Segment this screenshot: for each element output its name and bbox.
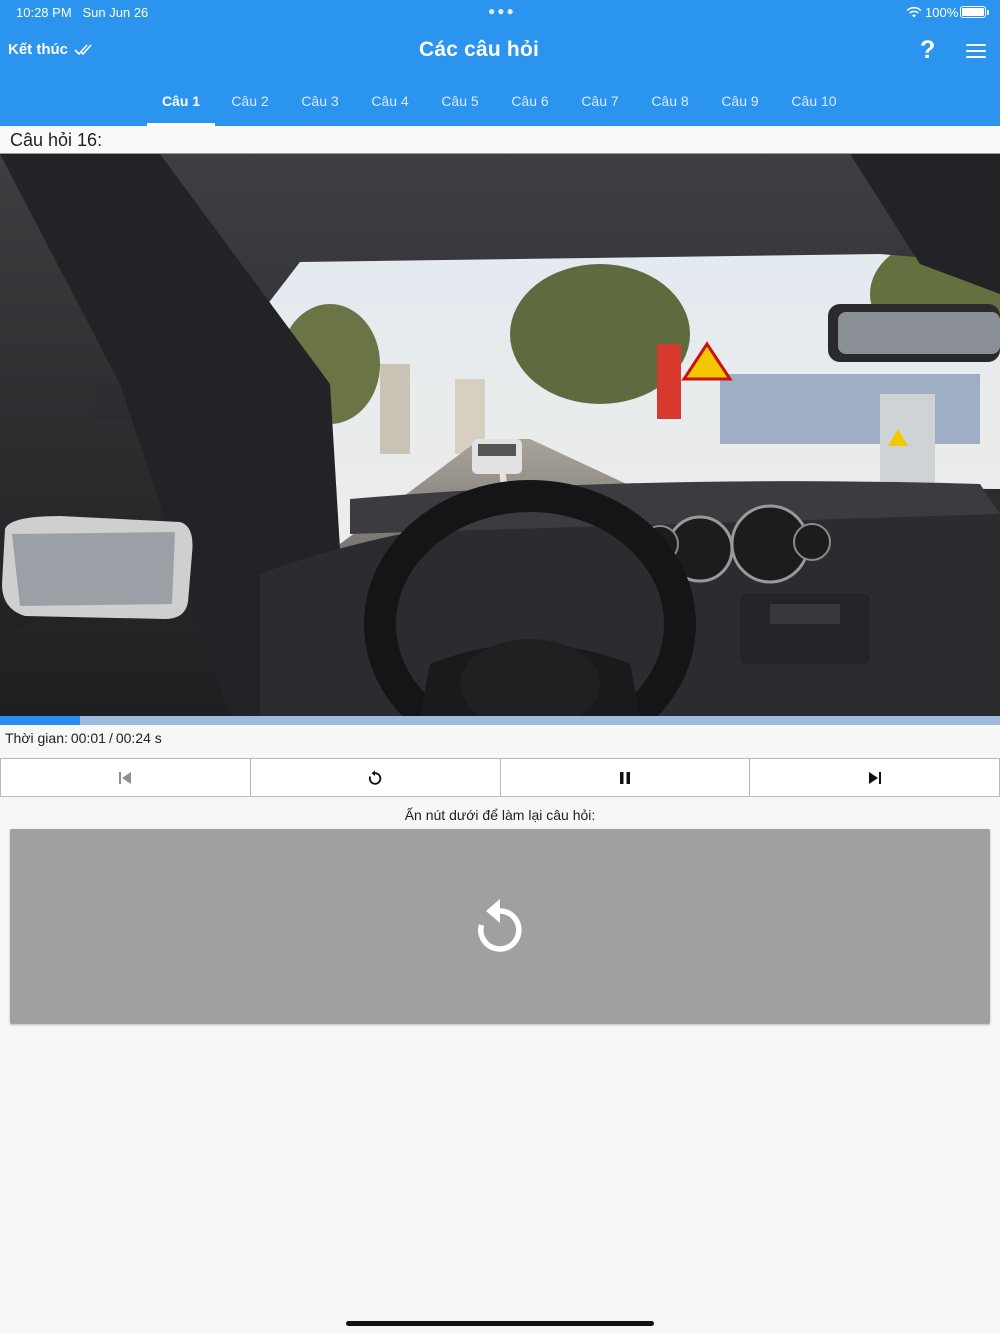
status-bar: 10:28 PM Sun Jun 26 ●●● 100% <box>0 0 1000 26</box>
multitask-dots-icon[interactable]: ●●● <box>488 4 516 18</box>
time-total: 00:24 s <box>115 730 162 746</box>
help-button[interactable]: ? <box>920 36 935 65</box>
video-progress-fill <box>0 716 80 725</box>
replay-icon <box>478 898 522 952</box>
tab-cau-8[interactable]: Câu 8 <box>635 76 705 126</box>
battery-percent: 100% <box>925 5 959 20</box>
status-time: 10:28 PM Sun Jun 26 <box>16 5 148 20</box>
skip-back-button[interactable] <box>1 759 251 796</box>
replay-prompt: Ấn nút dưới để làm lại câu hỏi: <box>404 807 596 823</box>
status-time-text: 10:28 PM <box>16 5 72 20</box>
tab-cau-5[interactable]: Câu 5 <box>425 76 495 126</box>
video-player[interactable] <box>0 154 1000 716</box>
status-date-text: Sun Jun 26 <box>82 5 149 20</box>
time-readout: Thời gian: 00:01/00:24 s <box>5 730 165 746</box>
question-title: Câu hỏi 16: <box>0 126 1000 154</box>
tab-cau-3[interactable]: Câu 3 <box>285 76 355 126</box>
replay-icon <box>369 770 382 785</box>
player-controls <box>0 758 1000 797</box>
pause-button[interactable] <box>500 759 751 796</box>
tab-cau-1[interactable]: Câu 1 <box>147 76 215 126</box>
page-title: Các câu hỏi <box>418 38 540 61</box>
app-header: 10:28 PM Sun Jun 26 ●●● 100% Kết thúc Cá… <box>0 0 1000 126</box>
skip-forward-icon <box>868 771 881 784</box>
time-label: Thời gian: <box>5 730 68 746</box>
question-tabs: Câu 1 Câu 2 Câu 3 Câu 4 Câu 5 Câu 6 Câu … <box>147 76 853 126</box>
tab-cau-2[interactable]: Câu 2 <box>215 76 285 126</box>
tab-cau-4[interactable]: Câu 4 <box>355 76 425 126</box>
home-indicator <box>346 1321 654 1326</box>
time-separator: / <box>108 730 113 746</box>
wifi-icon <box>906 6 922 18</box>
time-current: 00:01 <box>70 730 106 746</box>
tab-cau-7[interactable]: Câu 7 <box>565 76 635 126</box>
tab-cau-6[interactable]: Câu 6 <box>495 76 565 126</box>
pause-icon <box>619 771 630 784</box>
driving-scene-image <box>0 154 1000 716</box>
tab-cau-9[interactable]: Câu 9 <box>705 76 775 126</box>
tab-cau-10[interactable]: Câu 10 <box>775 76 853 126</box>
replay-button[interactable] <box>250 759 501 796</box>
replay-question-button[interactable] <box>10 829 990 1024</box>
skip-back-icon <box>119 771 132 784</box>
video-progress-bar[interactable] <box>0 716 1000 725</box>
menu-icon[interactable] <box>966 44 986 60</box>
skip-forward-button[interactable] <box>750 759 999 796</box>
battery-icon <box>960 6 989 18</box>
